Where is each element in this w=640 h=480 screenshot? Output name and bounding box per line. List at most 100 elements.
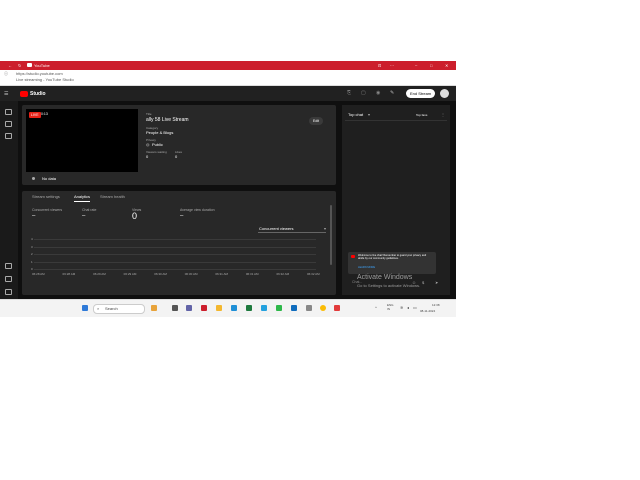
feedback-icon[interactable] [5,263,12,269]
video-preview[interactable]: LIVE 0:13 [26,109,138,172]
activation-watermark-title: Activate Windows [357,274,413,281]
telegram-icon[interactable] [261,305,267,311]
no-data-text: No data [42,176,57,181]
mail-icon[interactable] [291,305,297,311]
page-title: Live streaming - YouTube Studio [16,77,74,82]
edit-icon[interactable]: ✎ [390,90,394,96]
stream-icon[interactable] [5,109,12,115]
edge-icon[interactable] [231,305,237,311]
store-icon[interactable] [246,305,252,311]
status-dot-icon [32,177,35,180]
wifi-icon[interactable]: ≋ [400,305,403,310]
youtube-logo-icon [351,255,355,258]
live-badge: LIVE [29,112,41,118]
language-indicator[interactable]: ENG IN [387,303,394,311]
clock-date[interactable]: 08-11-2024 [420,309,435,313]
chrome-icon[interactable] [320,305,326,311]
browser-window: ← ↻ YouTube ⊡ ⋯ – □ ✕ ⓘ https://studio.y… [0,61,456,316]
extension-icon[interactable]: ⊡ [378,63,381,68]
refresh-icon[interactable]: ↻ [18,63,21,68]
divider [345,120,447,121]
windows-icon[interactable] [82,305,88,311]
edit-button[interactable]: Edit [309,117,324,125]
widget-icon[interactable] [151,305,157,311]
avatar[interactable] [440,89,449,98]
end-stream-button[interactable]: End Stream [406,89,436,98]
chart-gridline [34,239,316,240]
settings-icon[interactable] [5,276,12,282]
stop-icon[interactable]: ▢ [361,90,366,96]
youtube-favicon [27,63,32,67]
welcome-message: Welcome to live chat! Remember to guard … [348,252,436,274]
taskbar: ⌕ Search ^ ENG IN ≋ ◂ ▭ 12:38 08-11-2024 [0,299,456,317]
send-icon[interactable]: ➤ [435,280,438,285]
studio-logo[interactable]: Studio [30,91,46,97]
scrollbar[interactable] [329,195,333,293]
chat-mode-select[interactable]: Top chat [348,112,363,117]
battery-icon[interactable]: ▭ [413,305,417,310]
whatsapp-icon[interactable] [276,305,282,311]
youtube-icon[interactable] [201,305,207,311]
hamburger-icon[interactable]: ☰ [4,91,8,97]
youtube-logo-icon [20,91,28,97]
menu-icon[interactable]: ⋯ [390,63,394,68]
chevron-down-icon: ▾ [368,112,371,117]
more-options-icon[interactable]: ⋮ [441,112,445,117]
privacy-value: Public [152,142,163,147]
stream-timer: 0:13 [41,112,48,116]
minimize-icon[interactable]: – [415,62,417,67]
taskbar-search[interactable]: ⌕ Search [93,304,145,314]
chart-x-tick: 06:31 AM [245,272,259,276]
title-bar: ← ↻ YouTube ⊡ ⋯ – □ ✕ [0,61,456,70]
back-icon[interactable]: ← [8,63,12,68]
chart-x-tick: 06:32 AM [307,272,320,276]
url-text[interactable]: https://studio.youtube.com [16,71,63,76]
scrollbar-thumb[interactable] [330,205,332,265]
analytics-panel: Stream settings Analytics Stream health … [22,191,336,295]
manage-icon[interactable] [5,133,12,139]
share-icon[interactable]: ⎘ [347,90,351,96]
viewers-label: Viewers waiting [146,150,167,154]
chart-gridline [34,246,316,248]
chart-y-tick: 3 [31,244,33,249]
viewers-chart: 4 3 2 1 0 06:28 AM 06:28 AM 06:29 AM 06:29 AM 06:… [22,191,336,295]
chart-y-tick: 0 [31,267,33,271]
help-icon[interactable] [5,289,12,295]
chart-x-tick: 06:31 AM [215,272,229,276]
chart-y-tick: 1 [31,259,33,264]
welcome-text: Welcome to live chat! Remember to guard … [358,254,427,261]
webcam-icon[interactable] [5,121,12,127]
title-label: Title [146,112,152,116]
chart-x-tick: 06:28 AM [62,272,76,276]
learn-more-link[interactable]: LEARN MORE [358,266,375,269]
clock-time[interactable]: 12:38 [432,303,440,307]
chart-gridline [34,254,316,255]
category-value: People & Blogs [146,130,174,135]
chart-x-tick: 06:28 AM [32,272,45,276]
volume-icon[interactable]: ◂ [407,305,409,310]
likes-value: 0 [175,154,178,159]
chat-icon[interactable] [186,305,192,311]
chart-x-tick: 06:29 AM [123,272,137,276]
chart-y-tick: 4 [31,237,33,241]
currency-icon[interactable]: $ [422,280,424,285]
app-icon[interactable] [306,305,312,311]
activation-watermark-subtitle: Go to Settings to activate Windows. [357,283,421,288]
globe-icon: ◍ [146,142,150,147]
address-bar[interactable]: ⓘ https://studio.youtube.com Live stream… [0,70,456,86]
info-icon[interactable]: ⓘ [4,71,8,77]
task-view-icon[interactable] [172,305,178,311]
app-red-icon[interactable] [334,305,340,311]
top-fans-button[interactable]: Top fans [416,113,427,117]
tab-title[interactable]: YouTube [34,63,50,68]
taskbar-search-label: Search [105,306,118,311]
chart-gridline [34,261,316,263]
camera-icon[interactable]: ◉ [376,90,380,96]
chart-y-tick: 2 [31,252,33,256]
files-icon[interactable] [216,305,222,311]
maximize-icon[interactable]: □ [430,63,432,68]
close-icon[interactable]: ✕ [445,63,448,68]
sidebar [0,101,18,301]
chart-x-tick: 06:32 AM [276,272,290,276]
tray-chevron-icon[interactable]: ^ [375,305,377,310]
